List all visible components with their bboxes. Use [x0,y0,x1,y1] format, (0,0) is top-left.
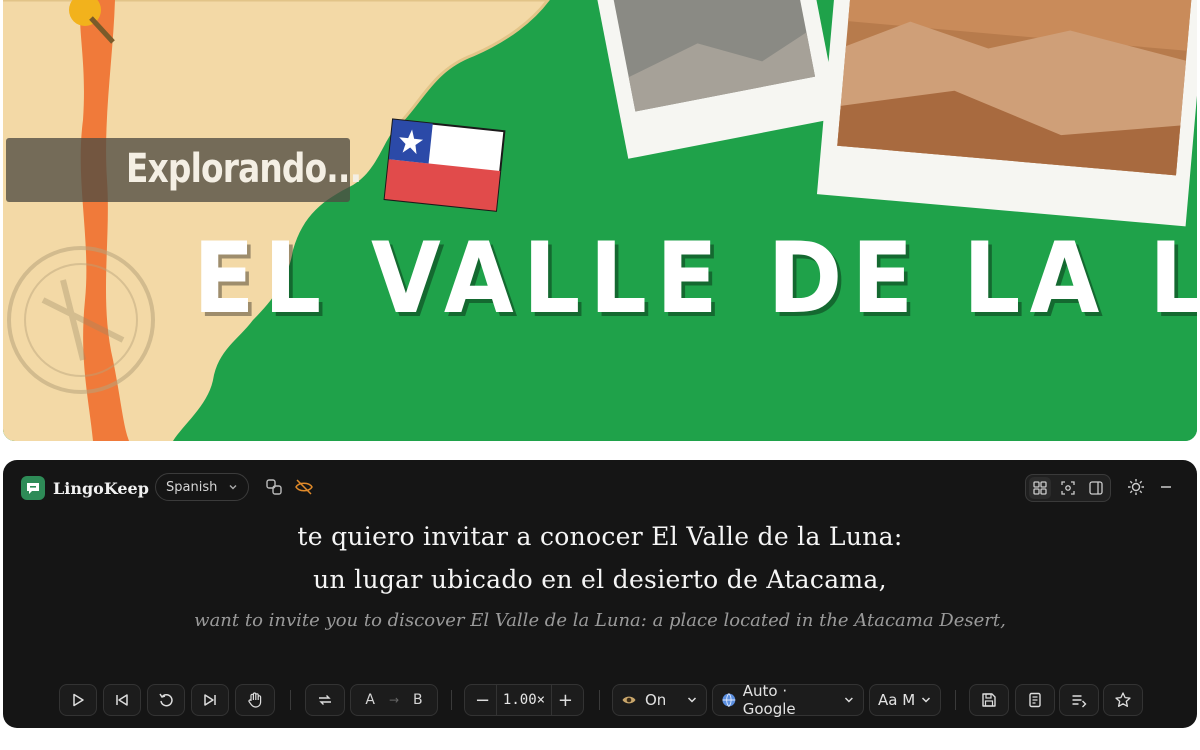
video-title: EL VALLE DE LA LUNA [193,222,1197,336]
list-button[interactable] [1059,684,1099,716]
globe-icon [722,693,736,708]
video-illustration [3,0,1197,441]
toolbar-separator [290,690,291,710]
chevron-down-icon [229,485,237,490]
translation-line[interactable]: want to invite you to discover El Valle … [3,610,1197,631]
language-select[interactable]: Spanish [155,473,249,501]
loop-button[interactable] [305,684,345,716]
notes-button[interactable] [1015,684,1055,716]
language-value: Spanish [166,479,218,495]
translator-select[interactable]: Auto · Google [712,682,864,718]
next-button[interactable] [191,684,229,716]
repeat-icon [319,695,331,705]
visibility-value: On [645,691,667,709]
toolbar-separator [451,690,452,710]
overlay-text: Explorando... [126,146,362,192]
replay-button[interactable] [147,684,185,716]
skip-back-icon [116,694,128,706]
subtitle-line-2[interactable]: un lugar ubicado en el desierto de Ataca… [3,565,1197,594]
speed-value[interactable]: 1.00× [503,692,545,708]
replay-icon [159,693,173,707]
favorite-button[interactable] [1103,684,1143,716]
visibility-select[interactable]: On [612,684,707,716]
loop-b-label[interactable]: B [413,692,423,708]
brand: LingoKeep [21,476,149,500]
app-name: LingoKeep [53,478,149,498]
hand-button[interactable] [235,684,275,716]
lingokeep-panel: LingoKeep Spanish te quiero invitar a co… [3,460,1197,728]
hand-icon [248,692,262,708]
minimize-icon[interactable] [1153,474,1179,500]
save-button[interactable] [969,684,1009,716]
grid-icon[interactable] [1029,477,1051,499]
play-button[interactable] [59,684,97,716]
font-size-value: Aa M [878,691,916,709]
chat-icon [21,476,45,500]
skip-forward-icon [204,694,216,706]
subtitle-line-1[interactable]: te quiero invitar a conocer El Valle de … [3,522,1197,551]
sidebar-icon[interactable] [1085,477,1107,499]
toolbar-separator [599,690,600,710]
eye-off-icon[interactable] [291,474,317,500]
play-icon [73,693,84,707]
view-mode-group [1025,474,1111,502]
plus-icon[interactable]: + [558,690,573,711]
chile-flag-icon [383,118,506,212]
eye-icon [622,696,636,704]
notes-icon [1029,692,1041,708]
loop-a-label[interactable]: A [365,692,375,708]
chevron-down-icon [687,697,697,703]
list-icon [1072,695,1087,708]
speed-control: − 1.00× + [464,684,584,716]
previous-button[interactable] [103,684,141,716]
translator-value: Auto · Google [742,682,796,718]
video-overlay-label: Explorando... [6,138,362,202]
star-icon [1115,692,1131,707]
save-icon [982,693,996,707]
scan-icon[interactable] [1057,477,1079,499]
toolbar-separator [955,690,956,710]
sun-icon[interactable] [1123,474,1149,500]
chevron-down-icon [845,697,854,703]
swap-icon[interactable] [261,474,287,500]
arrow-right-icon: → [388,693,400,707]
ab-loop-control[interactable]: A → B [350,684,438,716]
chevron-down-icon [921,697,931,703]
minus-icon[interactable]: − [475,690,490,711]
video-frame[interactable]: Explorando... EL VALLE DE LA LUNA [3,0,1197,441]
font-size-select[interactable]: Aa M [869,684,941,716]
